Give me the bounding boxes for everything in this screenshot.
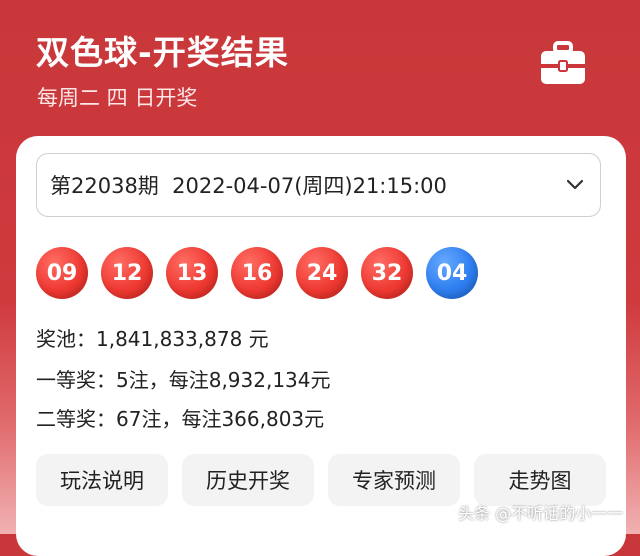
prize-pool: 奖池：1,841,833,878 元	[36, 327, 269, 351]
second-prize-info: 二等奖：67注，每注366,803元	[36, 407, 325, 431]
watermark: 头条 @不听话的小一一	[458, 504, 624, 523]
rules-button[interactable]: 玩法说明	[36, 454, 168, 506]
red-ball: 13	[166, 247, 218, 299]
draw-schedule: 每周二 四 日开奖	[37, 86, 198, 110]
trend-chart-button[interactable]: 走势图	[474, 454, 606, 506]
chevron-down-icon[interactable]	[565, 178, 585, 192]
action-buttons: 玩法说明 历史开奖 专家预测 走势图	[36, 454, 606, 506]
draw-issue-value: 第22038期 2022-04-07(周四)21:15:00	[50, 174, 447, 198]
first-prize-info: 一等奖：5注，每注8,932,134元	[36, 368, 331, 392]
red-ball: 12	[101, 247, 153, 299]
red-ball: 09	[36, 247, 88, 299]
expert-forecast-button[interactable]: 专家预测	[328, 454, 460, 506]
draw-issue-select[interactable]: 第22038期 2022-04-07(周四)21:15:00	[36, 153, 601, 217]
red-ball: 24	[296, 247, 348, 299]
blue-ball: 04	[426, 247, 478, 299]
result-card: 第22038期 2022-04-07(周四)21:15:00 09 12 13 …	[16, 136, 626, 556]
page-title: 双色球-开奖结果	[36, 33, 289, 72]
history-button[interactable]: 历史开奖	[182, 454, 314, 506]
briefcase-icon[interactable]	[540, 40, 586, 86]
red-ball: 16	[231, 247, 283, 299]
red-ball: 32	[361, 247, 413, 299]
winning-numbers: 09 12 13 16 24 32 04	[36, 247, 478, 299]
